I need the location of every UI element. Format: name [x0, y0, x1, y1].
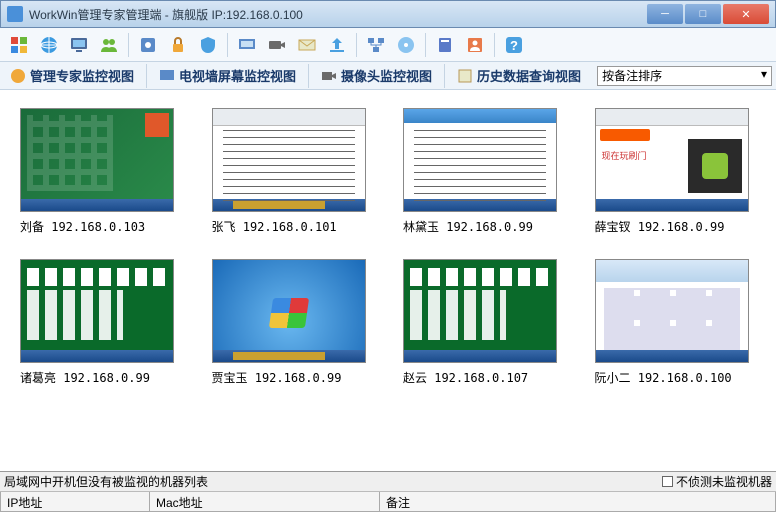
client-thumbnail[interactable]: 赵云 192.168.0.107 [403, 259, 565, 386]
book-icon[interactable] [432, 32, 458, 58]
client-caption: 薛宝钗 192.168.0.99 [595, 218, 725, 235]
tab-label: 摄像头监控视图 [341, 66, 432, 85]
camera-icon [321, 68, 337, 84]
tab-history-query[interactable]: 历史数据查询视图 [451, 62, 587, 89]
client-caption: 赵云 192.168.0.107 [403, 369, 528, 386]
client-caption: 诸葛亮 192.168.0.99 [20, 369, 150, 386]
client-thumbnail[interactable]: 阮小二 192.168.0.100 [595, 259, 757, 386]
screenshot-preview [212, 108, 366, 212]
client-caption: 张飞 192.168.0.101 [212, 218, 337, 235]
col-mac[interactable]: Mac地址 [150, 492, 380, 512]
bottom-panel: 局域网中开机但没有被监视的机器列表 不侦测未监视机器 IP地址 Mac地址 备注 [0, 471, 776, 512]
tab-camera-monitor[interactable]: 摄像头监控视图 [315, 62, 438, 89]
screenshot-preview [595, 259, 749, 363]
client-thumbnail[interactable]: 诸葛亮 192.168.0.99 [20, 259, 182, 386]
upload-icon[interactable] [324, 32, 350, 58]
thumbnail-grid-area: 刘备 192.168.0.103 张飞 192.168.0.101 林黛玉 192.… [0, 90, 776, 460]
main-toolbar: ? [0, 28, 776, 62]
globe-icon[interactable] [36, 32, 62, 58]
screenshot-preview [20, 259, 174, 363]
shield-icon[interactable] [195, 32, 221, 58]
client-caption: 林黛玉 192.168.0.99 [403, 218, 533, 235]
tab-expert-monitor[interactable]: 管理专家监控视图 [4, 62, 140, 89]
tab-label: 管理专家监控视图 [30, 66, 134, 85]
screenshot-preview [20, 108, 174, 212]
mail-icon[interactable] [294, 32, 320, 58]
sort-value: 按备注排序 [602, 69, 662, 83]
titlebar: WorkWin管理专家管理端 - 旗舰版 IP:192.168.0.100 ─ … [0, 0, 776, 28]
view-tabs: 管理专家监控视图 电视墙屏幕监控视图 摄像头监控视图 历史数据查询视图 按备注排… [0, 62, 776, 90]
windows-icon[interactable] [6, 32, 32, 58]
minimize-button[interactable]: ─ [647, 4, 683, 24]
camera-icon[interactable] [264, 32, 290, 58]
network-icon[interactable] [363, 32, 389, 58]
checkbox-icon [662, 476, 673, 487]
unmonitored-table-header: IP地址 Mac地址 备注 [0, 492, 776, 512]
settings-icon[interactable] [135, 32, 161, 58]
client-caption: 刘备 192.168.0.103 [20, 218, 145, 235]
maximize-button[interactable]: □ [685, 4, 721, 24]
tvwall-icon [159, 68, 175, 84]
client-thumbnail[interactable]: 张飞 192.168.0.101 [212, 108, 374, 235]
chevron-down-icon: ▾ [761, 67, 767, 81]
screen-icon[interactable] [234, 32, 260, 58]
svg-text:?: ? [510, 38, 518, 53]
checkbox-label: 不侦测未监视机器 [676, 473, 772, 490]
screenshot-preview: 现在玩刷门 [595, 108, 749, 212]
tab-label: 历史数据查询视图 [477, 66, 581, 85]
help-icon[interactable]: ? [501, 32, 527, 58]
bottom-panel-title: 局域网中开机但没有被监视的机器列表 [4, 473, 208, 490]
screenshot-preview [212, 259, 366, 363]
screenshot-preview [403, 108, 557, 212]
window-title: WorkWin管理专家管理端 - 旗舰版 IP:192.168.0.100 [29, 6, 645, 23]
disc-icon[interactable] [393, 32, 419, 58]
client-thumbnail[interactable]: 现在玩刷门薛宝钗 192.168.0.99 [595, 108, 757, 235]
monitor-icon [10, 68, 26, 84]
history-icon [457, 68, 473, 84]
col-ip[interactable]: IP地址 [0, 492, 150, 512]
client-thumbnail[interactable]: 贾宝玉 192.168.0.99 [212, 259, 374, 386]
contact-icon[interactable] [462, 32, 488, 58]
close-button[interactable]: ✕ [723, 4, 769, 24]
lock-icon[interactable] [165, 32, 191, 58]
monitor-icon[interactable] [66, 32, 92, 58]
tab-tvwall-monitor[interactable]: 电视墙屏幕监控视图 [153, 62, 302, 89]
users-icon[interactable] [96, 32, 122, 58]
client-thumbnail[interactable]: 林黛玉 192.168.0.99 [403, 108, 565, 235]
client-caption: 阮小二 192.168.0.100 [595, 369, 732, 386]
client-caption: 贾宝玉 192.168.0.99 [212, 369, 342, 386]
sort-dropdown[interactable]: 按备注排序 ▾ [597, 66, 772, 86]
client-thumbnail[interactable]: 刘备 192.168.0.103 [20, 108, 182, 235]
screenshot-preview [403, 259, 557, 363]
no-detect-checkbox[interactable]: 不侦测未监视机器 [662, 473, 772, 490]
col-note[interactable]: 备注 [380, 492, 776, 512]
app-icon [7, 6, 23, 22]
tab-label: 电视墙屏幕监控视图 [179, 66, 296, 85]
